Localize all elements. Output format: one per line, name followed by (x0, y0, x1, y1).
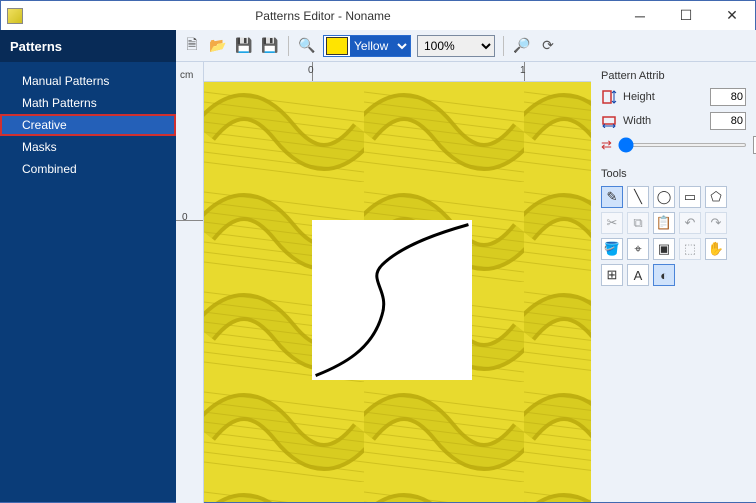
sidebar: Patterns Manual Patterns Math Patterns C… (0, 30, 176, 502)
width-label: Width (623, 115, 704, 127)
toolbar: 🗎 📂 💾 💾 🔍 Yellow 100% 🔎 ⟳ (176, 30, 756, 62)
width-icon (601, 114, 617, 128)
ruler-label: 0 (182, 212, 188, 223)
sidebar-header: Patterns (0, 30, 176, 62)
vertical-ruler: cm 0 (176, 62, 204, 503)
save-as-icon[interactable]: 💾 (260, 36, 280, 56)
tool-grid: ✎ ╲ ◯ ▭ ⬠ ✂ ⧉ 📋 ↶ ↷ 🪣 ⌖ ▣ ⬚ ✋ ⊞ A ◐ (601, 186, 746, 286)
offset-icon: ⇄ (601, 137, 612, 153)
ruler-units: cm (180, 70, 193, 81)
refresh-icon[interactable]: ⟳ (538, 36, 558, 56)
marquee-tool-icon[interactable]: ⬚ (679, 238, 701, 260)
tools-title: Tools (601, 168, 746, 180)
sidebar-item-label: Manual Patterns (22, 74, 109, 88)
selection-tool-icon[interactable]: ▣ (653, 238, 675, 260)
zoom-tool-icon[interactable]: 🔍 (297, 36, 317, 56)
sidebar-item-math-patterns[interactable]: Math Patterns (0, 92, 176, 114)
toolbar-separator (288, 36, 289, 56)
height-input[interactable] (710, 88, 746, 106)
close-button[interactable]: ✕ (709, 1, 755, 31)
preview-icon[interactable]: 🔎 (512, 36, 532, 56)
minimize-button[interactable]: ─ (617, 1, 663, 31)
redo-tool-icon[interactable]: ↷ (705, 212, 727, 234)
ellipse-tool-icon[interactable]: ◯ (653, 186, 675, 208)
pencil-tool-icon[interactable]: ✎ (601, 186, 623, 208)
height-label: Height (623, 91, 704, 103)
undo-tool-icon[interactable]: ↶ (679, 212, 701, 234)
height-row: Height (601, 88, 746, 106)
canvas-viewport[interactable] (204, 82, 591, 502)
copy-tool-icon[interactable]: ⧉ (627, 212, 649, 234)
open-file-icon[interactable]: 📂 (208, 36, 228, 56)
title-bar: Patterns Editor - Noname ─ ☐ ✕ (1, 1, 755, 31)
paste-tool-icon[interactable]: 📋 (653, 212, 675, 234)
sidebar-item-combined[interactable]: Combined (0, 158, 176, 180)
cut-tool-icon[interactable]: ✂ (601, 212, 623, 234)
offset-slider[interactable] (618, 143, 747, 147)
zoom-select[interactable]: 100% (417, 35, 495, 57)
height-icon (601, 90, 617, 104)
color-picker[interactable]: Yellow (323, 35, 411, 57)
line-tool-icon[interactable]: ╲ (627, 186, 649, 208)
sidebar-item-label: Masks (22, 140, 57, 154)
width-input[interactable] (710, 112, 746, 130)
rectangle-tool-icon[interactable]: ▭ (679, 186, 701, 208)
window-title: Patterns Editor - Noname (29, 9, 617, 23)
sidebar-item-masks[interactable]: Masks (0, 136, 176, 158)
text-tool-icon[interactable]: A (627, 264, 649, 286)
sidebar-item-label: Creative (22, 118, 67, 132)
width-row: Width (601, 112, 746, 130)
sidebar-item-label: Math Patterns (22, 96, 97, 110)
sidebar-item-manual-patterns[interactable]: Manual Patterns (0, 70, 176, 92)
sidebar-item-label: Combined (22, 162, 77, 176)
fill-tool-icon[interactable]: 🪣 (601, 238, 623, 260)
sidebar-item-creative[interactable]: Creative (0, 114, 176, 136)
offset-row: ⇄ (601, 136, 746, 154)
window-buttons: ─ ☐ ✕ (617, 1, 755, 31)
drawing-canvas[interactable] (312, 220, 472, 380)
new-file-icon[interactable]: 🗎 (182, 36, 202, 56)
eyedropper-tool-icon[interactable]: ⌖ (627, 238, 649, 260)
maximize-button[interactable]: ☐ (663, 1, 709, 31)
polygon-tool-icon[interactable]: ⬠ (705, 186, 727, 208)
export-tool-icon[interactable]: ⊞ (601, 264, 623, 286)
color-select[interactable]: Yellow (350, 36, 410, 56)
toolbar-separator (503, 36, 504, 56)
save-icon[interactable]: 💾 (234, 36, 254, 56)
hand-tool-icon[interactable]: ✋ (705, 238, 727, 260)
ruler-tick (176, 220, 203, 221)
right-panel: Pattern Attrib Height Width ⇄ Tools ✎ ╲ … (591, 62, 756, 502)
attributes-title: Pattern Attrib (601, 70, 746, 82)
contrast-tool-icon[interactable]: ◐ (653, 264, 675, 286)
app-icon (7, 8, 23, 24)
color-swatch (326, 37, 348, 55)
